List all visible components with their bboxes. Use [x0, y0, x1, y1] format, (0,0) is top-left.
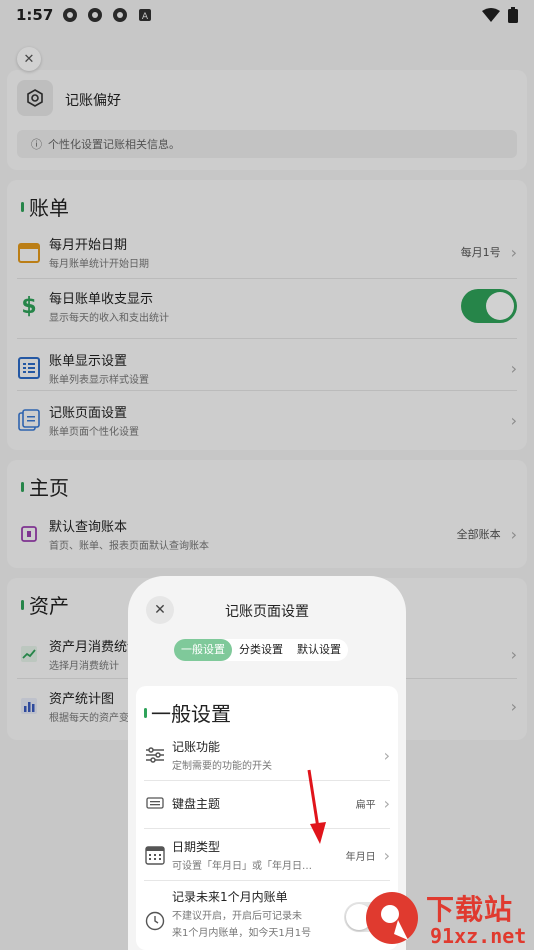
red-arrow-annotation — [307, 769, 326, 844]
watermark-domain: 91xz.net — [430, 924, 527, 948]
row-title: 记录未来1个月内账单 — [172, 890, 288, 904]
row-keyboard-theme[interactable]: 键盘主题 扁平 › — [144, 792, 390, 814]
tab-default[interactable]: 默认设置 — [290, 639, 348, 661]
row-date-type[interactable]: 日期类型 可设置「年月日」或「年月日… 年月日 › — [144, 838, 390, 872]
chevron-right-icon: › — [383, 745, 390, 765]
row-value: 年月日 — [345, 851, 376, 863]
calendar-icon — [144, 844, 166, 866]
watermark-brand: 下载站 — [426, 893, 514, 926]
modal-title: 记账页面设置 — [225, 604, 309, 620]
tab-category[interactable]: 分类设置 — [232, 639, 290, 661]
site-watermark: 下载站 91xz.net — [364, 886, 534, 950]
row-value: 扁平 — [355, 799, 376, 811]
chevron-right-icon: › — [383, 793, 390, 813]
row-bookkeeping-features[interactable]: 记账功能定制需要的功能的开关 › — [144, 738, 390, 772]
keyboard-icon — [144, 792, 166, 814]
row-future-bills[interactable]: 记录未来1个月内账单 不建议开启，开启后可记录未 来1个月内账单，如今天1月1号 — [144, 888, 390, 939]
settings-tabs: 一般设置 分类设置 默认设置 — [174, 639, 348, 661]
general-settings-card: 一般设置 记账功能定制需要的功能的开关 › 键盘主题 扁平 › 日期类型 可设置「… — [136, 686, 398, 950]
row-subtitle: 不建议开启，开启后可记录未 — [172, 911, 302, 922]
row-subtitle: 定制需要的功能的开关 — [172, 761, 272, 772]
row-title: 记账功能 — [172, 740, 221, 754]
chevron-right-icon: › — [383, 845, 390, 865]
row-subtitle: 可设置「年月日」或「年月日… — [172, 861, 312, 872]
row-subtitle: 来1个月内账单，如今天1月1号 — [172, 928, 312, 939]
tab-general[interactable]: 一般设置 — [174, 639, 232, 661]
watermark-logo-icon — [366, 892, 418, 944]
clock-icon — [144, 910, 166, 932]
sliders-icon — [144, 744, 166, 766]
general-section-title: 一般设置 — [144, 698, 231, 727]
